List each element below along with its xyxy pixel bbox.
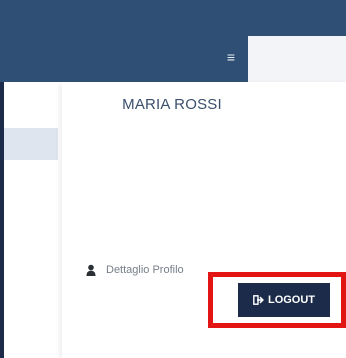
profile-detail-link[interactable]: Dettaglio Profilo [86,261,184,279]
profile-detail-label: Dettaglio Profilo [106,264,184,276]
hamburger-icon[interactable]: ≡ [224,50,238,64]
user-name: MARIA ROSSI [122,96,222,113]
page: ≡ MARIA ROSSI Dettaglio Profilo LOGOUT [0,0,346,358]
logout-label: LOGOUT [267,294,316,306]
logout-button[interactable]: LOGOUT [238,283,330,317]
top-header: ≡ [0,0,346,82]
sign-out-icon [253,295,264,305]
header-search-area[interactable] [248,36,346,82]
sidebar-menu-item[interactable] [4,128,58,160]
user-icon [86,264,96,276]
